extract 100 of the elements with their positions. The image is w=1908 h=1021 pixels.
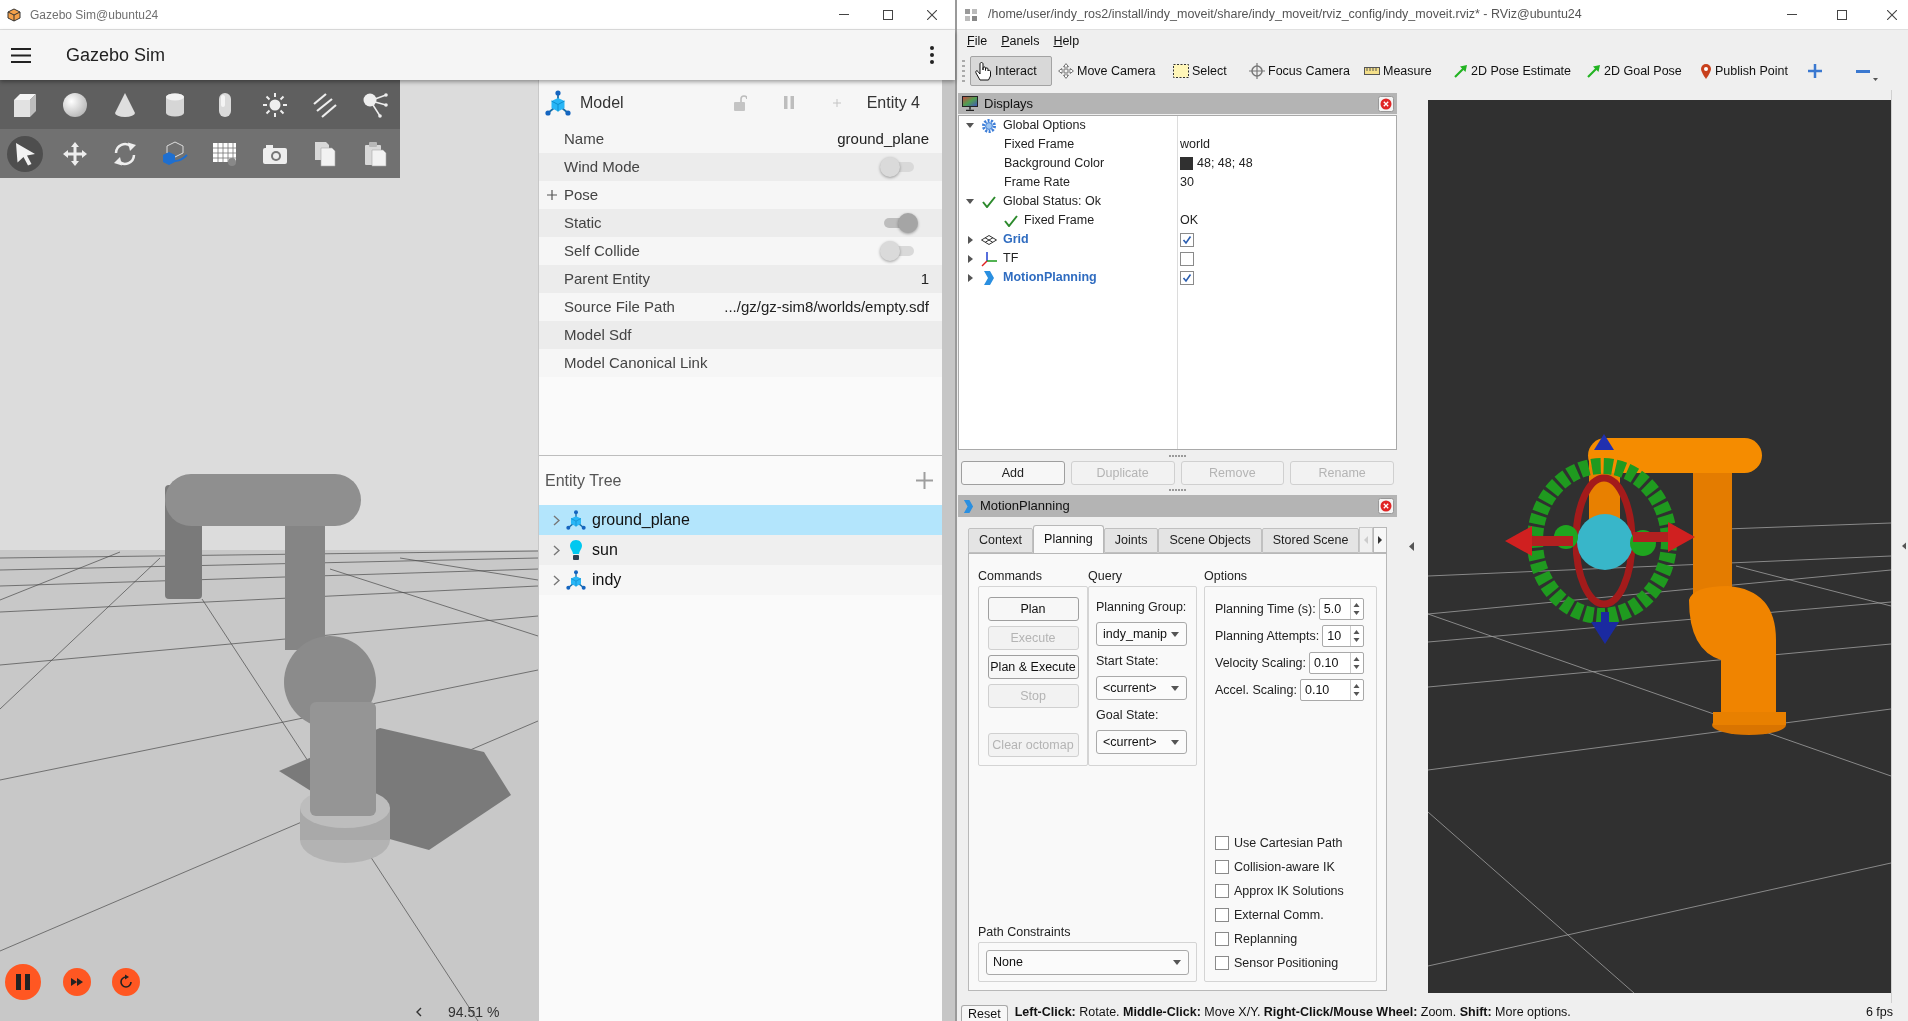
reset-icon[interactable] <box>112 968 140 996</box>
checkbox[interactable] <box>1180 270 1194 285</box>
property-label: Model Sdf <box>564 324 632 345</box>
checkbox[interactable] <box>1215 860 1229 874</box>
sun-icon[interactable] <box>262 91 288 118</box>
add-icon[interactable] <box>916 472 933 489</box>
field-label: Start State: <box>1096 652 1160 670</box>
menu-item[interactable]: Panels <box>1001 31 1040 51</box>
dropdown[interactable]: indy_manip <box>1096 622 1187 646</box>
dropdown[interactable]: <current> <box>1096 676 1187 700</box>
checkbox[interactable] <box>1215 932 1229 946</box>
maximize-icon[interactable] <box>1837 9 1847 20</box>
add-tool-icon[interactable] <box>1808 64 1822 78</box>
splitter-handle-icon[interactable] <box>1169 489 1186 491</box>
box-shape-icon[interactable] <box>12 91 38 118</box>
maximize-icon[interactable] <box>883 9 893 20</box>
spin-box[interactable]: 0.10 <box>1300 679 1364 701</box>
fast-forward-icon[interactable] <box>63 968 91 996</box>
splitter-handle-icon[interactable] <box>1169 454 1186 457</box>
property-value: 1 <box>920 268 929 289</box>
toolbar-button[interactable]: Measure <box>1360 56 1448 86</box>
expand-icon[interactable] <box>547 190 557 200</box>
3d-viewport[interactable] <box>0 80 538 1021</box>
checkbox[interactable] <box>1215 956 1229 970</box>
spin-box[interactable]: 10 <box>1322 625 1364 647</box>
property-label: Parent Entity <box>564 268 650 289</box>
close-icon[interactable] <box>1378 498 1394 514</box>
spin-box[interactable]: 5.0 <box>1318 598 1364 620</box>
property-label: Static <box>564 212 602 233</box>
checkbox[interactable] <box>1180 232 1194 247</box>
caret-icon <box>1171 631 1179 637</box>
drag-handle-icon[interactable] <box>962 60 965 82</box>
model-icon <box>545 89 571 116</box>
robot-arm-drawing[interactable] <box>1505 434 1786 735</box>
property-label: Model Canonical Link <box>564 352 708 373</box>
collapse-arrow-icon[interactable] <box>1409 542 1414 551</box>
tab[interactable]: Stored Scene <box>1261 528 1360 553</box>
toolbar-button[interactable]: 2D Goal Pose <box>1583 56 1694 86</box>
scroll-right-icon[interactable] <box>1373 527 1388 553</box>
expand-arrow-icon[interactable] <box>967 254 973 263</box>
property-value: OK <box>1180 212 1199 230</box>
checkbox[interactable] <box>1180 251 1194 266</box>
tree-item[interactable]: sun <box>539 535 942 565</box>
panel-button[interactable]: Add <box>961 461 1065 485</box>
expand-arrow-icon[interactable] <box>966 199 974 204</box>
grid-icon <box>981 234 997 245</box>
diagonal-lines-icon[interactable] <box>312 91 338 118</box>
section-title: Options <box>1204 567 1249 585</box>
checkbox[interactable] <box>1215 908 1229 922</box>
cone-shape-icon[interactable] <box>112 91 138 118</box>
more-options-icon[interactable] <box>930 46 934 64</box>
expand-arrow-icon[interactable] <box>967 235 973 244</box>
tree-item[interactable]: ground_plane <box>539 505 942 535</box>
dropdown-arrow-icon[interactable] <box>1873 77 1878 81</box>
menu-icon[interactable] <box>11 47 31 63</box>
spin-box[interactable]: 0.10 <box>1309 652 1364 674</box>
3d-viewport[interactable] <box>1428 100 1891 993</box>
tab[interactable]: Joints <box>1103 528 1159 553</box>
checkbox[interactable] <box>1215 836 1229 850</box>
grid-icon <box>212 140 238 167</box>
hand-pointer-icon <box>974 61 992 81</box>
reset-button[interactable]: Reset <box>961 1005 1008 1021</box>
menu-item[interactable]: Help <box>1053 31 1080 51</box>
toolbar-button[interactable]: 2D Pose Estimate <box>1450 56 1581 86</box>
toolbar-button[interactable]: Select <box>1169 56 1243 86</box>
copy-icon <box>312 140 338 167</box>
command-button[interactable]: Plan & Execute <box>987 655 1079 679</box>
close-icon[interactable] <box>1887 9 1897 20</box>
field-label: Velocity Scaling: <box>1215 654 1307 672</box>
toolbar-button[interactable]: Publish Point <box>1696 56 1796 86</box>
tree-item[interactable]: indy <box>539 565 942 595</box>
close-icon[interactable] <box>927 9 937 20</box>
ruler-icon <box>1364 67 1380 75</box>
property-value: .../gz/gz-sim8/worlds/empty.sdf <box>724 296 929 317</box>
display-label: Fixed Frame <box>1004 136 1075 154</box>
checkbox-label: Replanning <box>1234 930 1298 948</box>
expand-arrow-icon[interactable] <box>966 123 974 128</box>
expand-arrow-icon[interactable] <box>967 273 973 282</box>
dropdown[interactable]: <current> <box>1096 730 1187 754</box>
dropdown[interactable]: None <box>986 949 1189 975</box>
checkbox[interactable] <box>1215 884 1229 898</box>
menu-item[interactable]: File <box>967 31 988 51</box>
toolbar-button[interactable]: Move Camera <box>1054 56 1167 86</box>
tab[interactable]: Context <box>968 528 1034 553</box>
diagonal-arrow-icon <box>1454 64 1468 78</box>
sphere-shape-icon[interactable] <box>62 91 88 118</box>
display-label: Frame Rate <box>1004 174 1070 192</box>
section-title: Query <box>1088 567 1124 585</box>
close-icon[interactable] <box>1378 95 1394 112</box>
fps-counter: 6 fps <box>1865 1004 1893 1021</box>
toolbar-button[interactable]: Focus Camera <box>1245 56 1358 86</box>
remove-tool-icon[interactable] <box>1856 69 1870 73</box>
command-button[interactable]: Plan <box>987 597 1079 621</box>
tool-button[interactable] <box>7 135 43 172</box>
tab[interactable]: Planning <box>1033 525 1104 553</box>
pause-icon[interactable] <box>5 964 41 1000</box>
toolbar-button[interactable]: Interact <box>970 56 1052 86</box>
tab[interactable]: Scene Objects <box>1158 528 1262 553</box>
collapse-arrow-icon[interactable] <box>1902 542 1906 550</box>
spotlight-icon[interactable] <box>362 91 388 118</box>
